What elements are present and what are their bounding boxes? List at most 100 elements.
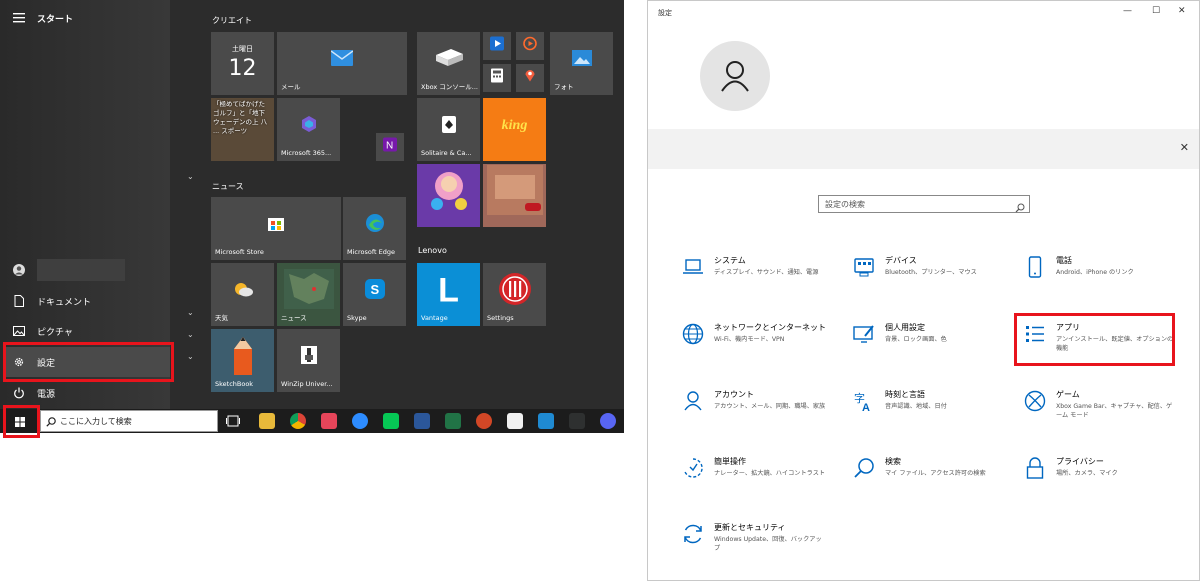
start-title: スタート bbox=[37, 14, 74, 25]
photos-label: フォト bbox=[554, 83, 574, 91]
solitaire-tile[interactable]: Solitaire & Ca... bbox=[417, 98, 480, 161]
nav-power[interactable]: 電源 bbox=[0, 379, 170, 407]
nav-user[interactable] bbox=[0, 256, 170, 284]
mail-tile[interactable]: メール bbox=[277, 32, 407, 95]
m365-tile[interactable]: Microsoft 365... bbox=[277, 98, 340, 161]
zoom-icon[interactable] bbox=[352, 413, 368, 429]
category-title: システム bbox=[714, 256, 746, 265]
discord-icon[interactable] bbox=[600, 413, 616, 429]
category-update-security[interactable]: 更新とセキュリティ Windows Update、回復、バックアップ bbox=[681, 522, 831, 562]
chevron-down-icon[interactable]: ⌄ bbox=[187, 330, 194, 339]
march-game-tile[interactable] bbox=[483, 164, 546, 227]
onenote-tile[interactable]: N bbox=[376, 133, 404, 161]
groove-tile[interactable] bbox=[516, 32, 544, 60]
sketchbook-tile[interactable]: SketchBook bbox=[211, 329, 274, 392]
category-desc: 音声認識、地域、日付 bbox=[885, 403, 947, 410]
calendar-tile[interactable]: 土曜日 12 bbox=[211, 32, 274, 95]
taskbar-search-placeholder: ここに入力して検索 bbox=[60, 416, 132, 426]
excel-icon[interactable] bbox=[445, 413, 461, 429]
skype-tile[interactable]: S Skype bbox=[343, 263, 406, 326]
app-icon[interactable] bbox=[507, 413, 523, 429]
xbox-tile[interactable]: Xbox コンソール... bbox=[417, 32, 480, 95]
word-icon[interactable] bbox=[414, 413, 430, 429]
hamburger-icon[interactable] bbox=[12, 11, 26, 25]
app-icon[interactable] bbox=[321, 413, 337, 429]
news2-label: ニュース bbox=[281, 314, 307, 322]
category-title: 更新とセキュリティ bbox=[714, 523, 786, 532]
app-icon[interactable] bbox=[569, 413, 585, 429]
calendar-date: 12 bbox=[228, 56, 257, 81]
news-tile[interactable]: 「極めてばかげた ゴルフ」と「地下 ウェーデンの上 八 ... スポーツ bbox=[211, 98, 274, 161]
category-ease-of-access[interactable]: 簡単操作 ナレーター、拡大鏡、ハイコントラスト bbox=[681, 456, 831, 496]
play-icon bbox=[490, 35, 504, 54]
category-desc: マイ ファイル、アクセス許可の検索 bbox=[885, 470, 986, 477]
nav-pictures-label: ピクチャ bbox=[37, 327, 73, 338]
winzip-tile[interactable]: WinZip Univer... bbox=[277, 329, 340, 392]
nav-pictures[interactable]: ピクチャ bbox=[0, 317, 170, 345]
close-button[interactable]: ✕ bbox=[1178, 6, 1186, 16]
category-devices[interactable]: デバイス Bluetooth、プリンター、マウス bbox=[852, 255, 1002, 295]
category-privacy[interactable]: プライバシー 場所、カメラ、マイク bbox=[1023, 456, 1173, 496]
calculator-tile[interactable] bbox=[483, 64, 511, 92]
highlight-settings-nav bbox=[3, 342, 174, 382]
onenote-icon: N bbox=[383, 136, 397, 155]
category-time-language[interactable]: 字A 時刻と言語 音声認識、地域、日付 bbox=[852, 389, 1002, 429]
category-network[interactable]: ネットワークとインターネット Wi-Fi、機内モード、VPN bbox=[681, 322, 831, 362]
king-logo-icon: king bbox=[501, 118, 528, 134]
category-phone[interactable]: 電話 Android、iPhone のリンク bbox=[1023, 255, 1173, 295]
category-search[interactable]: 検索 マイ ファイル、アクセス許可の検索 bbox=[852, 456, 1002, 496]
task-view-icon[interactable] bbox=[226, 413, 240, 429]
pencil-icon bbox=[228, 335, 258, 379]
store-tile[interactable]: Microsoft Store bbox=[211, 197, 341, 260]
time-language-icon: 字A bbox=[852, 389, 876, 413]
category-desc: ナレーター、拡大鏡、ハイコントラスト bbox=[714, 470, 826, 477]
chevron-down-icon[interactable]: ⌄ bbox=[187, 172, 194, 181]
taskbar-search-box[interactable]: ここに入力して検索 bbox=[40, 410, 218, 432]
king-tile[interactable]: king bbox=[483, 98, 546, 161]
xbox-console-icon bbox=[433, 47, 465, 73]
map-image-icon bbox=[283, 269, 334, 313]
category-title: アカウント bbox=[714, 390, 754, 399]
vantage-tile[interactable]: L Vantage bbox=[417, 263, 480, 326]
line-icon[interactable] bbox=[383, 413, 399, 429]
category-title: 簡単操作 bbox=[714, 457, 746, 466]
category-desc: 背景、ロック画面、色 bbox=[885, 336, 947, 343]
weather-tile[interactable]: 天気 bbox=[211, 263, 274, 326]
nav-documents[interactable]: ドキュメント bbox=[0, 287, 170, 315]
movies-tile[interactable] bbox=[483, 32, 511, 60]
minimize-button[interactable]: — bbox=[1123, 6, 1132, 16]
weather-icon bbox=[232, 281, 254, 301]
maximize-button[interactable]: ☐ bbox=[1152, 6, 1160, 16]
chevron-down-icon[interactable]: ⌄ bbox=[187, 352, 194, 361]
news2-tile[interactable]: ニュース bbox=[277, 263, 340, 326]
dismiss-close-icon[interactable]: ✕ bbox=[1180, 141, 1189, 154]
chevron-down-icon[interactable]: ⌄ bbox=[187, 308, 194, 317]
edge-icon bbox=[365, 213, 385, 237]
avatar[interactable] bbox=[700, 41, 770, 111]
bubble-game-tile[interactable] bbox=[417, 164, 480, 227]
category-accounts[interactable]: アカウント アカウント、メール、同期、職場、家族 bbox=[681, 389, 831, 429]
svg-text:N: N bbox=[386, 140, 393, 151]
group-title-news: ニュース bbox=[212, 182, 244, 191]
photos-tile[interactable]: フォト bbox=[550, 32, 613, 95]
highlight-start-button bbox=[3, 405, 40, 438]
category-personalization[interactable]: 個人用設定 背景、ロック画面、色 bbox=[852, 322, 1002, 362]
category-desc: Bluetooth、プリンター、マウス bbox=[885, 269, 977, 276]
group-title-lenovo: Lenovo bbox=[418, 246, 447, 255]
music-icon bbox=[523, 35, 537, 54]
chrome-icon[interactable] bbox=[290, 413, 306, 429]
settings-tile[interactable]: Settings bbox=[483, 263, 546, 326]
settings-header: 設定 — ☐ ✕ bbox=[648, 1, 1199, 129]
edge-tile[interactable]: Microsoft Edge bbox=[343, 197, 406, 260]
category-system[interactable]: システム ディスプレイ、サウンド、通知、電源 bbox=[681, 255, 831, 295]
file-explorer-icon[interactable] bbox=[259, 413, 275, 429]
settings-search-input[interactable]: 設定の検索 bbox=[818, 195, 1030, 213]
start-header[interactable]: スタート bbox=[0, 4, 170, 32]
vscode-icon[interactable] bbox=[538, 413, 554, 429]
maps-tile[interactable] bbox=[516, 64, 544, 92]
picture-icon bbox=[12, 324, 26, 338]
group-title-create: クリエイト bbox=[212, 16, 252, 25]
powerpoint-icon[interactable] bbox=[476, 413, 492, 429]
xbox-icon bbox=[1023, 389, 1047, 413]
category-gaming[interactable]: ゲーム Xbox Game Bar、キャプチャ、配信、ゲーム モード bbox=[1023, 389, 1173, 429]
